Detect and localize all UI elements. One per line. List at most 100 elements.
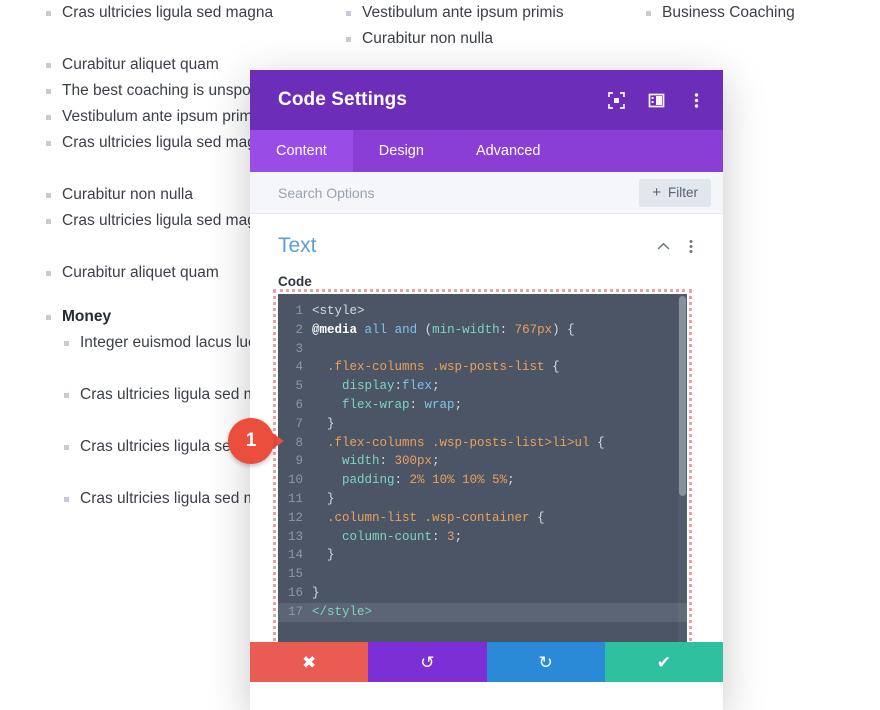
- redo-button[interactable]: ↻: [487, 642, 605, 682]
- search-options-bar: + Filter: [250, 172, 723, 214]
- line-number: 4: [278, 358, 312, 377]
- code-token: [455, 473, 463, 487]
- code-line-text: }: [312, 584, 320, 603]
- code-token: {: [590, 436, 605, 450]
- code-line: 16}: [278, 584, 687, 603]
- code-token: .column-list .wsp-container: [327, 511, 530, 525]
- code-token: padding: [342, 473, 395, 487]
- code-line: 14 }: [278, 546, 687, 565]
- code-token: 767px: [515, 323, 553, 337]
- code-token: </style>: [312, 605, 372, 619]
- code-token: wrap: [425, 398, 455, 412]
- code-token: 300px: [395, 454, 433, 468]
- code-token: ;: [507, 473, 515, 487]
- code-token: [312, 360, 327, 374]
- code-token: :: [410, 398, 425, 412]
- code-token: [485, 473, 493, 487]
- tab-advanced[interactable]: Advanced: [450, 130, 567, 172]
- code-token: [312, 379, 342, 393]
- code-token: .flex-columns .wsp-posts-list>li>ul: [327, 436, 590, 450]
- editor-scrollbar-thumb[interactable]: [679, 296, 686, 496]
- expand-icon[interactable]: [607, 91, 625, 109]
- code-token: :: [432, 530, 447, 544]
- code-token: 10%: [432, 473, 455, 487]
- code-token: :: [500, 323, 515, 337]
- code-token: :: [395, 379, 403, 393]
- code-editor[interactable]: 1<style>2@media all and (min-width: 767p…: [278, 294, 687, 642]
- code-token: ;: [455, 398, 463, 412]
- list-item: Cras ultricies ligula sed magna: [44, 0, 344, 52]
- code-token: min-width: [432, 323, 500, 337]
- code-editor-wrapper: 1<style>2@media all and (min-width: 767p…: [278, 294, 687, 642]
- line-number: 14: [278, 546, 312, 565]
- filter-button[interactable]: + Filter: [639, 179, 711, 207]
- code-line-text: </style>: [312, 603, 372, 622]
- code-token: 2%: [410, 473, 425, 487]
- line-number: 11: [278, 490, 312, 509]
- code-line-text: flex-wrap: wrap;: [312, 396, 462, 415]
- more-options-icon[interactable]: [687, 91, 705, 109]
- layout-view-icon[interactable]: [647, 91, 665, 109]
- code-token: :: [395, 473, 410, 487]
- code-line: 7 }: [278, 415, 687, 434]
- marker-number: 1: [228, 418, 274, 464]
- code-token: column-count: [342, 530, 432, 544]
- line-number: 2: [278, 321, 312, 340]
- code-line-text: display:flex;: [312, 377, 440, 396]
- code-token: 10%: [462, 473, 485, 487]
- code-line: 15: [278, 565, 687, 584]
- line-number: 10: [278, 471, 312, 490]
- line-number: 7: [278, 415, 312, 434]
- code-token: {: [545, 360, 560, 374]
- list-item: Business Coaching: [644, 0, 880, 26]
- code-token: flex: [402, 379, 432, 393]
- modal-tabs: ContentDesignAdvanced: [250, 130, 723, 172]
- undo-button[interactable]: ↺: [368, 642, 486, 682]
- background-list-2: Vestibulum ante ipsum primisCurabitur no…: [344, 0, 644, 52]
- code-line-text: @media all and (min-width: 767px) {: [312, 321, 575, 340]
- list-item: Curabitur non nulla: [344, 26, 644, 52]
- code-line-text: }: [312, 490, 335, 509]
- code-token: [312, 454, 342, 468]
- code-token: 3: [447, 530, 455, 544]
- code-line: 11 }: [278, 490, 687, 509]
- close-button[interactable]: ✖: [250, 642, 368, 682]
- line-number: 16: [278, 584, 312, 603]
- modal-title: Code Settings: [278, 89, 607, 111]
- line-number: 15: [278, 565, 312, 584]
- list-item: Vestibulum ante ipsum primis: [344, 0, 644, 26]
- line-number: 5: [278, 377, 312, 396]
- code-token: [312, 436, 327, 450]
- code-token: [312, 398, 342, 412]
- code-line-text: padding: 2% 10% 10% 5%;: [312, 471, 515, 490]
- code-token: [312, 473, 342, 487]
- code-line: 1<style>: [278, 302, 687, 321]
- tab-design[interactable]: Design: [353, 130, 450, 172]
- code-line: 3: [278, 340, 687, 359]
- code-line: 6 flex-wrap: wrap;: [278, 396, 687, 415]
- chevron-up-icon[interactable]: [653, 236, 673, 256]
- background-column-2: Vestibulum ante ipsum primisCurabitur no…: [344, 0, 644, 52]
- code-token: ;: [432, 454, 440, 468]
- code-token: [357, 323, 365, 337]
- line-number: 9: [278, 452, 312, 471]
- line-number: 3: [278, 340, 312, 359]
- code-line: 5 display:flex;: [278, 377, 687, 396]
- line-number: 13: [278, 528, 312, 547]
- search-input[interactable]: [278, 185, 639, 201]
- code-settings-modal: Code Settings: [250, 70, 723, 710]
- code-token: all: [365, 323, 388, 337]
- code-line: 12 .column-list .wsp-container {: [278, 509, 687, 528]
- background-list-3: Business Coaching: [644, 0, 880, 26]
- plus-icon: +: [652, 185, 661, 200]
- save-button[interactable]: ✔: [605, 642, 723, 682]
- tab-content[interactable]: Content: [250, 130, 353, 172]
- save-icon: ✔: [657, 654, 671, 671]
- code-line-text: .flex-columns .wsp-posts-list {: [312, 358, 560, 377]
- code-line: 10 padding: 2% 10% 10% 5%;: [278, 471, 687, 490]
- code-token: }: [312, 548, 335, 562]
- more-options-icon[interactable]: [681, 236, 701, 256]
- code-token: [387, 323, 395, 337]
- code-token: <style>: [312, 304, 365, 318]
- modal-body: Text Code 1<style>2@media all and (min: [250, 214, 723, 642]
